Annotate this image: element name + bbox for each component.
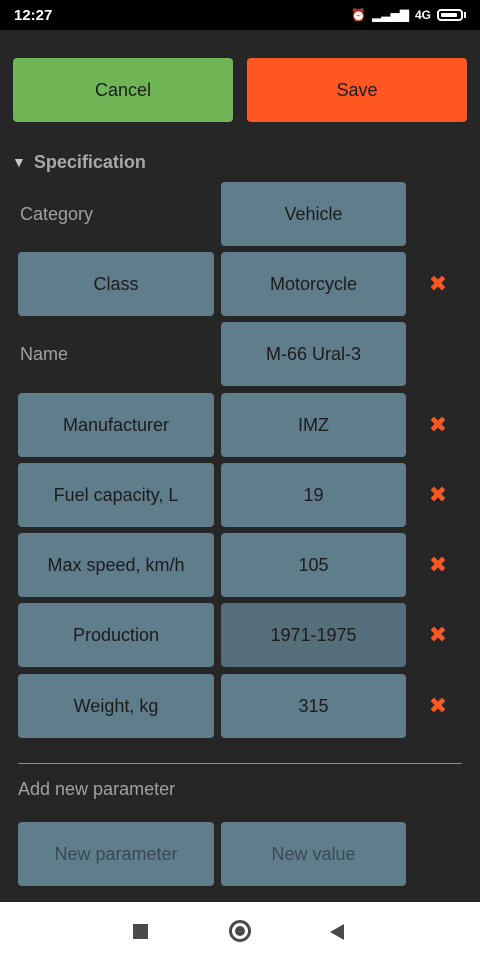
new-value-input[interactable]: New value bbox=[221, 822, 406, 886]
cancel-button[interactable]: Cancel bbox=[13, 58, 233, 122]
triangle-down-icon: ▼ bbox=[12, 154, 26, 170]
status-bar: 12:27 ⏰ ▂▃▅▇ 4G bbox=[0, 0, 480, 30]
new-parameter-input[interactable]: New parameter bbox=[18, 822, 214, 886]
status-time: 12:27 bbox=[14, 6, 53, 24]
add-new-parameter-label: Add new parameter bbox=[18, 778, 176, 799]
battery-tip bbox=[464, 12, 466, 18]
divider bbox=[18, 763, 462, 764]
param-key-label: Category bbox=[20, 203, 94, 224]
navigation-bar bbox=[0, 902, 480, 960]
param-row-manufacturer: Manufacturer IMZ ✖ bbox=[0, 393, 480, 457]
param-value-button[interactable]: Motorcycle bbox=[221, 252, 406, 316]
param-key-button[interactable]: Weight, kg bbox=[18, 674, 214, 738]
network-type: 4G bbox=[414, 8, 431, 22]
section-header-specification[interactable]: ▼ Specification bbox=[12, 148, 146, 176]
param-value-button[interactable]: 105 bbox=[221, 533, 406, 597]
param-row-class: Class Motorcycle ✖ bbox=[0, 252, 480, 316]
param-row-weight: Weight, kg 315 ✖ bbox=[0, 674, 480, 738]
param-value-button[interactable]: M-66 Ural-3 bbox=[221, 322, 406, 386]
status-icons: ⏰ ▂▃▅▇ 4G bbox=[351, 8, 466, 22]
recent-apps-icon[interactable] bbox=[133, 924, 148, 939]
param-value-button[interactable]: 315 bbox=[221, 674, 406, 738]
battery-icon bbox=[437, 9, 463, 21]
home-icon[interactable] bbox=[229, 920, 251, 942]
param-row-production: Production 1971-1975 ✖ bbox=[0, 603, 480, 667]
delete-icon[interactable]: ✖ bbox=[426, 412, 450, 437]
param-key-button[interactable]: Production bbox=[18, 603, 214, 667]
delete-icon[interactable]: ✖ bbox=[426, 271, 450, 296]
param-row-category: Category Vehicle bbox=[0, 182, 480, 246]
param-row-max-speed: Max speed, km/h 105 ✖ bbox=[0, 533, 480, 597]
alarm-icon: ⏰ bbox=[351, 8, 367, 22]
param-key-label: Name bbox=[20, 343, 69, 364]
add-parameter-row: New parameter New value bbox=[0, 822, 480, 886]
delete-icon[interactable]: ✖ bbox=[426, 552, 450, 577]
param-key-button[interactable]: Manufacturer bbox=[18, 393, 214, 457]
param-value-button[interactable]: IMZ bbox=[221, 393, 406, 457]
delete-icon[interactable]: ✖ bbox=[426, 482, 450, 507]
param-value-button[interactable]: Vehicle bbox=[221, 182, 406, 246]
param-value-button[interactable]: 1971-1975 bbox=[221, 603, 406, 667]
delete-icon[interactable]: ✖ bbox=[426, 693, 450, 718]
save-button[interactable]: Save bbox=[247, 58, 467, 122]
signal-icon: ▂▃▅▇ bbox=[372, 8, 409, 22]
param-row-name: Name M-66 Ural-3 bbox=[0, 322, 480, 386]
param-value-button[interactable]: 19 bbox=[221, 463, 406, 527]
param-key-button[interactable]: Max speed, km/h bbox=[18, 533, 214, 597]
back-icon[interactable] bbox=[330, 924, 344, 940]
delete-icon[interactable]: ✖ bbox=[426, 622, 450, 647]
param-key-button[interactable]: Class bbox=[18, 252, 214, 316]
param-key-button[interactable]: Fuel capacity, L bbox=[18, 463, 214, 527]
param-row-fuel-capacity: Fuel capacity, L 19 ✖ bbox=[0, 463, 480, 527]
section-title: Specification bbox=[33, 151, 146, 172]
